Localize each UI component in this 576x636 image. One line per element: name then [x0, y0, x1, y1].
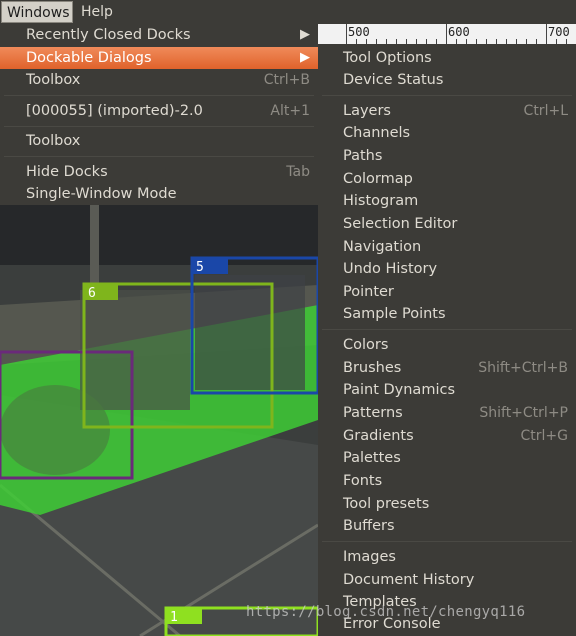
menu-item-label: Gradients — [343, 428, 414, 444]
menu-item-label: Colormap — [343, 171, 413, 187]
menu-item-label: Fonts — [343, 473, 383, 489]
menu-item-image-window[interactable]: [000055] (imported)-2.0 Alt+1 — [0, 100, 318, 122]
menu-item-label: [000055] (imported)-2.0 — [26, 103, 203, 119]
menu-item-paths[interactable]: Paths — [318, 145, 576, 167]
menu-item-label: Single-Window Mode — [26, 186, 177, 202]
windows-menu-dropdown: Recently Closed Docks ▶ Dockable Dialogs… — [0, 24, 318, 205]
menu-separator — [322, 541, 572, 542]
menu-item-hide-docks[interactable]: Hide Docks Tab — [0, 161, 318, 183]
ruler-label-700: 700 — [548, 25, 570, 39]
menu-item-label: Channels — [343, 125, 411, 141]
menu-item-label: Dockable Dialogs — [26, 50, 152, 66]
car-silhouette — [0, 385, 110, 475]
menu-separator — [4, 95, 314, 96]
menu-separator — [322, 95, 572, 96]
menu-item-label: Device Status — [343, 72, 444, 88]
image-canvas[interactable]: 6 5 1 — [0, 205, 318, 636]
menu-item-paint-dynamics[interactable]: Paint Dynamics — [318, 379, 576, 401]
ruler-major-tick — [446, 24, 447, 44]
box-5-label: 5 — [196, 260, 204, 275]
submenu-arrow-icon: ▶ — [300, 27, 310, 42]
menu-bar: Windows Help — [0, 0, 576, 25]
ruler-major-tick — [546, 24, 547, 44]
menu-item-colormap[interactable]: Colormap — [318, 168, 576, 190]
car-silhouette — [195, 275, 305, 390]
menu-item-label: Images — [343, 549, 396, 565]
menu-item-colors[interactable]: Colors — [318, 334, 576, 356]
menu-item-label: Tool Options — [343, 50, 432, 66]
menu-item-fonts[interactable]: Fonts — [318, 470, 576, 492]
shortcut-label: Tab — [286, 164, 310, 180]
menu-item-label: Brushes — [343, 360, 402, 376]
menu-separator — [4, 126, 314, 127]
menu-item-tool-options[interactable]: Tool Options — [318, 47, 576, 69]
menu-item-toolbox-window[interactable]: Toolbox — [0, 130, 318, 152]
menu-item-label: Sample Points — [343, 306, 446, 322]
shortcut-label: Alt+1 — [270, 103, 310, 119]
menu-item-document-history[interactable]: Document History — [318, 569, 576, 591]
horizontal-ruler: 500 600 700 — [318, 24, 576, 45]
box-1-label: 1 — [170, 610, 178, 625]
menu-item-brushes[interactable]: Brushes Shift+Ctrl+B — [318, 357, 576, 379]
box-6-label: 6 — [88, 286, 96, 301]
menu-item-single-window-mode[interactable]: Single-Window Mode — [0, 183, 318, 205]
menu-item-label: Undo History — [343, 261, 438, 277]
menu-item-channels[interactable]: Channels — [318, 122, 576, 144]
menu-item-label: Toolbox — [26, 133, 81, 149]
menu-item-label: Colors — [343, 337, 389, 353]
shortcut-label: Ctrl+B — [263, 72, 310, 88]
menu-item-buffers[interactable]: Buffers — [318, 515, 576, 537]
menu-item-dockable-dialogs[interactable]: Dockable Dialogs ▶ — [0, 47, 318, 69]
menu-item-label: Tool presets — [343, 496, 430, 512]
shortcut-label: Ctrl+G — [520, 428, 569, 444]
menu-item-label: Navigation — [343, 239, 422, 255]
menu-windows[interactable]: Windows — [1, 1, 73, 23]
menu-item-layers[interactable]: Layers Ctrl+L — [318, 100, 576, 122]
menu-item-label: Patterns — [343, 405, 403, 421]
menu-item-label: Selection Editor — [343, 216, 458, 232]
ruler-label-500: 500 — [348, 25, 370, 39]
menu-item-images[interactable]: Images — [318, 546, 576, 568]
shortcut-label: Ctrl+L — [523, 103, 568, 119]
menu-item-label: Buffers — [343, 518, 395, 534]
menu-separator — [322, 329, 572, 330]
parking-lot-photo: 6 5 1 — [0, 205, 318, 636]
van-silhouette — [80, 290, 190, 410]
shortcut-label: Shift+Ctrl+B — [478, 360, 568, 376]
menu-item-label: Toolbox — [26, 72, 81, 88]
menu-item-label: Hide Docks — [26, 164, 108, 180]
menu-item-patterns[interactable]: Patterns Shift+Ctrl+P — [318, 402, 576, 424]
menu-item-label: Paint Dynamics — [343, 382, 455, 398]
menu-item-label: Paths — [343, 148, 383, 164]
submenu-arrow-icon: ▶ — [300, 50, 310, 65]
menu-item-recently-closed-docks[interactable]: Recently Closed Docks ▶ — [0, 24, 318, 46]
dockable-dialogs-submenu: Tool Options Device Status Layers Ctrl+L… — [318, 44, 576, 636]
menu-item-label: Recently Closed Docks — [26, 27, 191, 43]
menu-item-undo-history[interactable]: Undo History — [318, 258, 576, 280]
menu-item-label: Pointer — [343, 284, 394, 300]
menu-separator — [4, 156, 314, 157]
menu-item-tool-presets[interactable]: Tool presets — [318, 493, 576, 515]
menu-item-selection-editor[interactable]: Selection Editor — [318, 213, 576, 235]
shortcut-label: Shift+Ctrl+P — [479, 405, 568, 421]
menu-item-toolbox[interactable]: Toolbox Ctrl+B — [0, 69, 318, 91]
menu-help[interactable]: Help — [76, 1, 118, 23]
menu-item-label: Document History — [343, 572, 475, 588]
menu-item-gradients[interactable]: Gradients Ctrl+G — [318, 425, 576, 447]
ruler-major-tick — [346, 24, 347, 44]
menu-item-label: Layers — [343, 103, 391, 119]
menu-item-label: Palettes — [343, 450, 401, 466]
ruler-label-600: 600 — [448, 25, 470, 39]
menu-item-sample-points[interactable]: Sample Points — [318, 303, 576, 325]
watermark-text: https://blog.csdn.net/chengyq116 — [246, 604, 526, 620]
menu-item-device-status[interactable]: Device Status — [318, 69, 576, 91]
menu-item-navigation[interactable]: Navigation — [318, 236, 576, 258]
menu-item-label: Histogram — [343, 193, 419, 209]
menu-item-pointer[interactable]: Pointer — [318, 281, 576, 303]
menu-item-palettes[interactable]: Palettes — [318, 447, 576, 469]
menu-item-histogram[interactable]: Histogram — [318, 190, 576, 212]
night-sky — [0, 205, 318, 265]
